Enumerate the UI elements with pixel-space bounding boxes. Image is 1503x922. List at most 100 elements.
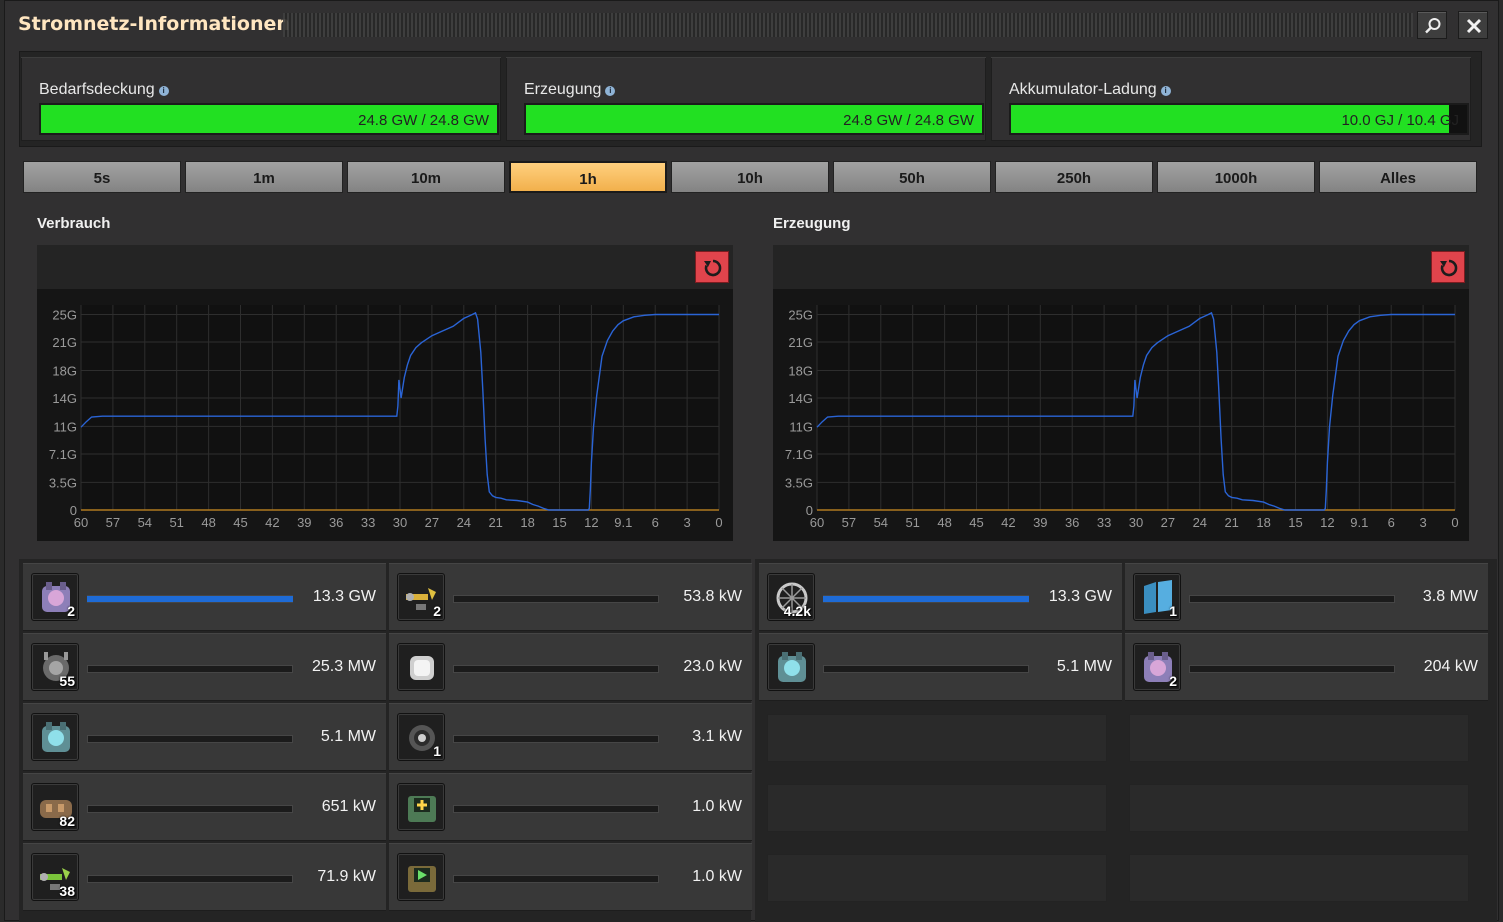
reset-graph-button[interactable] [1431,251,1465,283]
list-item[interactable]: 5.1 MW [759,633,1122,701]
stat-value: 10.0 GJ / 10.4 GJ [1341,112,1459,129]
search-button[interactable] [1417,11,1447,39]
tab-alles[interactable]: Alles [1319,161,1477,193]
info-icon[interactable]: i [1160,86,1171,96]
list-item[interactable]: 4.2k 13.3 GW [759,563,1122,631]
production-plot[interactable]: 0 3.5G 7.1G 11G 14G 18G 21G 25G 60 57 54 51 48 45 42 39… [773,289,1469,541]
usage-bar [453,875,659,883]
entity-icon[interactable]: 82 [31,783,79,831]
entity-icon[interactable] [397,853,445,901]
tab-1h[interactable]: 1h [509,161,667,193]
x-tick-label: 51 [905,515,919,530]
consumption-plot[interactable]: 0 3.5G 7.1G 11G 14G 18G 21G 25G 60 57 54 51 48 45 42 39… [37,289,733,541]
entity-count: 1 [433,743,441,759]
usage-bar [453,595,659,603]
x-tick-label: 21 [1224,515,1238,530]
consumption-graph-title: Verbrauch [37,215,111,232]
usage-bar [87,805,293,813]
list-item[interactable]: 2 53.8 kW [389,563,752,631]
x-tick-label: 36 [1065,515,1079,530]
list-item[interactable]: 1.0 kW [389,843,752,911]
list-item[interactable]: 2 204 kW [1125,633,1488,701]
entity-icon[interactable]: 2 [1133,643,1181,691]
tab-1m[interactable]: 1m [185,161,343,193]
power-value: 13.3 GW [1048,588,1112,605]
y-tick-label: 25G [788,307,813,322]
x-tick-label: 36 [329,515,343,530]
production-list[interactable]: 4.2k 13.3 GW 1 3.8 MW 5.1 MW 2 204 kW [755,559,1497,922]
x-tick-label: 39 [1033,515,1047,530]
x-tick-label: 48 [937,515,951,530]
x-tick-label: 30 [393,515,407,530]
y-tick-label: 7.1G [49,447,77,462]
tab-50h[interactable]: 50h [833,161,991,193]
list-item[interactable]: 82 651 kW [23,773,386,841]
drag-handle[interactable] [283,13,1413,37]
info-icon[interactable]: i [158,86,169,96]
entity-icon[interactable]: 1 [397,713,445,761]
reset-icon [704,259,722,277]
entity-icon[interactable] [767,643,815,691]
entity-count: 2 [433,603,441,619]
tab-10h[interactable]: 10h [671,161,829,193]
reset-graph-button[interactable] [695,251,729,283]
usage-bar [1189,595,1395,603]
power-value: 25.3 MW [311,658,376,675]
entity-icon[interactable]: 38 [31,853,79,901]
entity-icon[interactable]: 55 [31,643,79,691]
entity-icon[interactable]: 2 [31,573,79,621]
reset-icon [1440,259,1458,277]
stat-label-text: Akkumulator-Ladung [1009,81,1157,98]
entity-icon[interactable] [397,643,445,691]
stat-accumulator-charge: Akkumulator-Ladung i 10.0 GJ / 10.4 GJ [991,57,1471,141]
x-tick-label: 15 [552,515,566,530]
tab-10m[interactable]: 10m [347,161,505,193]
usage-bar [87,595,293,603]
list-item[interactable]: 1.0 kW [389,773,752,841]
list-item[interactable]: 23.0 kW [389,633,752,701]
tab-1000h[interactable]: 1000h [1157,161,1315,193]
stat-demand-satisfaction: Bedarfsdeckung i 24.8 GW / 24.8 GW [21,57,501,141]
list-item[interactable]: 2 13.3 GW [23,563,386,631]
stat-value: 24.8 GW / 24.8 GW [358,112,489,129]
y-tick-label: 21G [52,335,77,350]
power-value: 13.3 GW [312,588,376,605]
power-value: 5.1 MW [1056,658,1112,675]
entity-icon[interactable]: 1 [1133,573,1181,621]
list-item[interactable]: 1 3.1 kW [389,703,752,771]
entity-icon[interactable]: 4.2k [767,573,815,621]
entity-icon[interactable]: 2 [397,573,445,621]
entity-icon[interactable] [397,783,445,831]
close-icon [1466,18,1482,34]
list-item[interactable]: 55 25.3 MW [23,633,386,701]
empty-slot [767,714,1107,762]
tab-250h[interactable]: 250h [995,161,1153,193]
x-tick-label: 15 [1288,515,1302,530]
y-tick-label: 11G [789,419,813,434]
consumption-list[interactable]: 2 13.3 GW 2 53.8 kW 55 25.3 MW 23.0 kW 5.1 MW 1 3… [19,559,752,922]
list-item[interactable]: 1 3.8 MW [1125,563,1488,631]
power-value: 5.1 MW [320,728,376,745]
info-icon[interactable]: i [605,86,616,96]
stat-bar: 24.8 GW / 24.8 GW [524,103,984,135]
tab-5s[interactable]: 5s [23,161,181,193]
entity-icon[interactable] [31,713,79,761]
title-bar[interactable]: Stromnetz-Informationen [5,1,1498,49]
usage-bar [87,665,293,673]
x-tick-label: 42 [265,515,279,530]
stat-bar: 24.8 GW / 24.8 GW [39,103,499,135]
power-value: 71.9 kW [317,868,376,885]
stat-label-text: Bedarfsdeckung [39,81,155,98]
empty-slot [1129,714,1469,762]
empty-slot [1129,854,1469,902]
x-tick-label: 12 [584,515,598,530]
x-tick-label: 3 [683,515,690,530]
list-item[interactable]: 38 71.9 kW [23,843,386,911]
close-button[interactable] [1458,11,1488,39]
power-value: 3.8 MW [1422,588,1478,605]
x-tick-label: 42 [1001,515,1015,530]
x-tick-label: 51 [169,515,183,530]
y-tick-label: 3.5G [785,475,813,490]
usage-bar [823,595,1029,603]
list-item[interactable]: 5.1 MW [23,703,386,771]
